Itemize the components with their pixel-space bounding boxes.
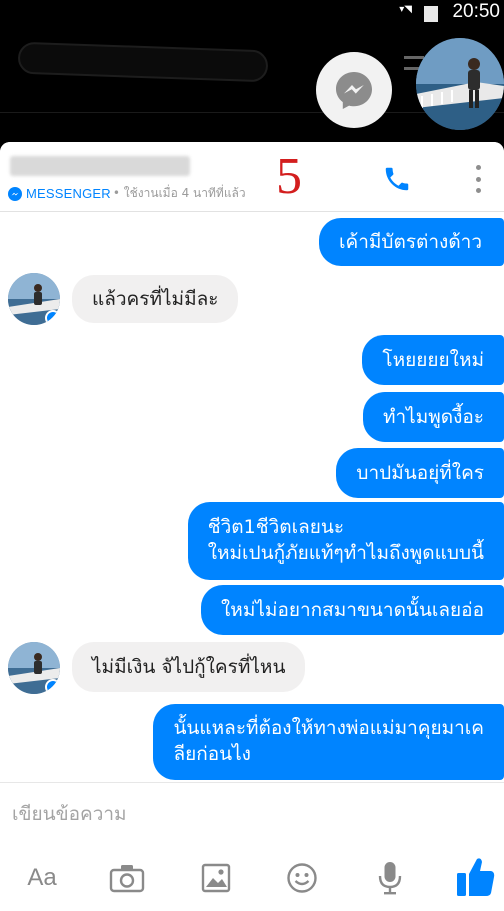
signal-icon: ▾◥ [399,4,412,15]
message-composer [0,782,504,842]
contact-photo [416,38,504,130]
text-format-button[interactable]: Aa [20,860,64,896]
emoji-icon [287,863,317,893]
message-line: ใหม่เปนกู้ภัยแท้ๆทำไมถึงพูดแบบนี้ [207,542,484,564]
avatar[interactable] [8,642,60,694]
image-icon [201,863,231,893]
composer-toolbar: Aa [0,842,504,911]
status-bar: ▾◥ 20:50 [0,0,504,26]
last-active-status: • ใช้งานเมื่อ 4 นาทีที่แล้ว [112,186,246,200]
message-line: ลียก่อนไง [173,743,251,765]
messenger-chat-head[interactable] [316,52,392,128]
messenger-icon [336,72,372,109]
like-icon [457,858,495,896]
gallery-button[interactable] [196,860,236,896]
chat-window: MESSENGER • ใช้งานเมื่อ 4 นาทีที่แล้ว 5 … [0,142,504,911]
message-outgoing[interactable]: บาปมันอยุ่ที่ใคร [336,448,504,498]
mic-icon [378,862,402,895]
call-button[interactable] [380,162,414,196]
handwritten-annotation: 5 [276,148,302,205]
message-input[interactable] [12,799,482,829]
message-outgoing[interactable]: โหยยยยใหม่ [362,335,504,385]
message-incoming[interactable]: ไม่มีเงิน จัไปกู้ใครที่ไหน [72,642,306,692]
message-line: นั้นแหละที่ต้องให้ทางพ่อแม่มาคุยมาเค [173,717,484,739]
avatar[interactable] [8,273,60,325]
brand-label: MESSENGER [26,186,111,201]
emoji-button[interactable] [282,860,322,896]
camera-button[interactable] [106,860,148,896]
phone-icon [385,167,409,191]
message-line: ชีวิต1ชีวิตเลยนะ [207,516,345,538]
voice-button[interactable] [372,860,408,896]
camera-icon [109,865,145,893]
battery-icon [424,6,438,22]
chat-subtitle: MESSENGER • ใช้งานเมื่อ 4 นาทีที่แล้ว [8,184,246,203]
message-incoming[interactable]: แล้วครที่ไม่มีละ [72,275,239,323]
redacted-scribble [17,41,269,83]
contact-name-redacted[interactable] [10,156,190,176]
message-outgoing[interactable]: เค้ามีบัตรต่างด้าว [319,218,504,266]
screen: ▾◥ 20:50 MESSENGER • ใช้งานเมื่อ 4 นาทีท… [0,0,504,911]
more-dot [475,165,481,170]
message-outgoing-multiline[interactable]: ชีวิต1ชีวิตเลยนะ ใหม่เปนกู้ภัยแท้ๆทำไมถึ… [187,502,504,580]
chat-header: MESSENGER • ใช้งานเมื่อ 4 นาทีที่แล้ว 5 [0,142,504,212]
more-dot [475,188,481,193]
like-button[interactable] [454,854,498,900]
messenger-badge-icon [45,679,60,694]
messenger-badge-icon [45,310,60,325]
more-options-button[interactable] [466,162,490,196]
message-outgoing[interactable]: ใหม่ไม่อยากสมาขนาดนั้นเลยอ่อ [201,585,504,635]
status-time: 20:50 [452,1,500,22]
message-outgoing[interactable]: ทำไมพูดงี้อะ [362,392,504,442]
messenger-badge-icon [8,186,22,201]
more-dot [475,176,481,182]
message-outgoing-multiline[interactable]: นั้นแหละที่ต้องให้ทางพ่อแม่มาคุยมาเค ลีย… [153,704,504,780]
contact-chat-head[interactable] [416,38,504,130]
